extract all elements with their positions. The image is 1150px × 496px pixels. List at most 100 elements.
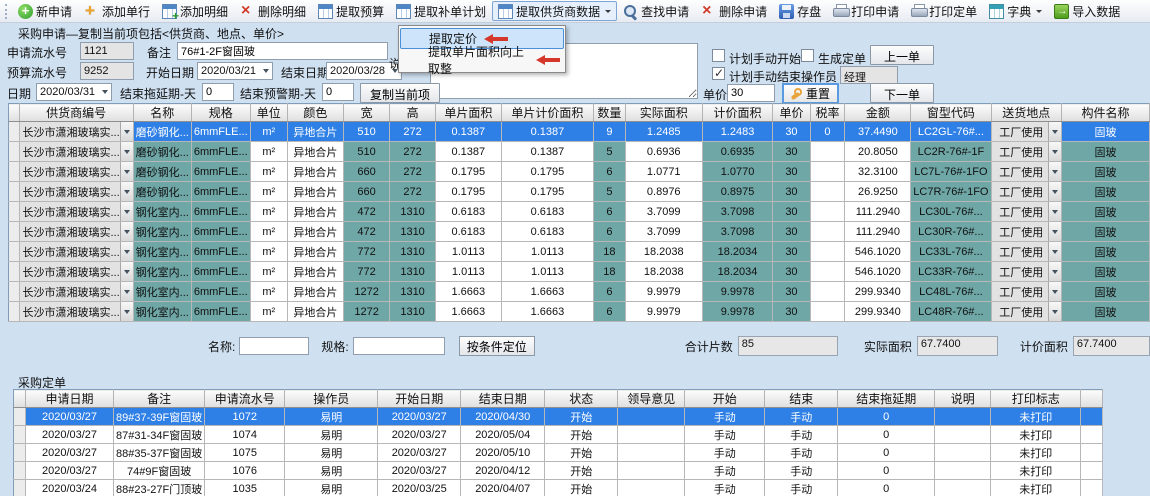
unit-price-input[interactable] [727,84,775,102]
grid-cell[interactable]: 6 [594,202,626,222]
table-row[interactable]: 2020/03/2774#9F窗固玻1076易明2020/03/272020/0… [14,462,1103,480]
grid-cell[interactable]: 9.9979 [625,302,702,322]
grid-cell[interactable]: 111.2940 [845,222,911,242]
orders-cell[interactable]: 未打印 [991,462,1081,480]
chevron-down-icon[interactable] [120,182,133,201]
orders-cell[interactable]: 89#37-39F窗固玻 [114,408,205,426]
grid-cell[interactable]: 30 [773,122,810,142]
orders-cell[interactable]: 0 [838,462,935,480]
orders-cell[interactable] [935,462,991,480]
grid-cell[interactable]: 772 [343,262,389,282]
grid-cell[interactable]: 钢化室内... [133,302,191,322]
chevron-down-icon[interactable] [120,242,133,261]
grid-cell[interactable]: 1272 [343,302,389,322]
orders-cell[interactable] [935,444,991,462]
delay-input[interactable] [202,83,234,101]
orders-cell[interactable] [618,426,685,444]
grid-cell[interactable]: 磨砂钢化... [133,182,191,202]
orders-cell[interactable]: 手动 [685,444,765,462]
grid-cell[interactable]: LC7L-76#-1FO [911,162,991,182]
grid-cell[interactable]: 5 [594,142,626,162]
toolbar-button-extract-supplement-plan[interactable]: 提取补单计划 [390,1,492,21]
grid-cell-combo[interactable]: 工厂使用 [991,202,1061,222]
grid-cell[interactable]: LC2R-76#-1F [911,142,991,162]
start-date-combo[interactable]: 2020/03/21 [197,62,273,80]
grid-cell[interactable]: 1.0113 [435,242,501,262]
grid-cell[interactable]: 异地合片 [287,142,343,162]
grid-cell[interactable]: 固玻 [1061,242,1149,262]
grid-cell[interactable]: 510 [343,142,389,162]
grid-cell[interactable]: 固玻 [1061,202,1149,222]
grid-cell[interactable]: 6mmFLE... [191,182,250,202]
orders-cell[interactable]: 易明 [285,426,378,444]
grid-cell[interactable]: 1.6663 [501,302,593,322]
orders-cell[interactable]: 88#35-37F窗固玻 [114,444,205,462]
grid-cell[interactable] [810,242,845,262]
grid-cell[interactable]: 30 [773,162,810,182]
next-order-button[interactable]: 下一单 [870,83,934,103]
grid-cell[interactable]: 磨砂钢化... [133,142,191,162]
orders-cell[interactable]: 2020/03/25 [378,480,461,496]
grid-cell[interactable]: 异地合片 [287,302,343,322]
grid-cell[interactable]: 异地合片 [287,202,343,222]
grid-cell[interactable]: 3.7099 [625,222,702,242]
chevron-down-icon[interactable] [1048,202,1061,221]
orders-cell[interactable] [935,426,991,444]
toolbar-button-extract-supplier-data[interactable]: 提取供货商数据 [492,1,617,21]
grid-cell[interactable]: 固玻 [1061,302,1149,322]
grid-cell-combo[interactable]: 工厂使用 [991,262,1061,282]
grid-cell[interactable] [810,182,845,202]
reset-button[interactable]: 重置 [782,83,839,104]
prev-order-button[interactable]: 上一单 [870,45,934,65]
grid-cell[interactable]: 6mmFLE... [191,262,250,282]
chevron-down-icon[interactable] [120,282,133,301]
grid-cell[interactable]: 37.4490 [845,122,911,142]
toolbar-button-save[interactable]: 存盘 [773,1,827,21]
grid-cell[interactable] [810,262,845,282]
table-row[interactable]: 长沙市潇湘玻璃实...钢化室内...6mmFLE...m²异地合片4721310… [9,202,1150,222]
grid-cell[interactable]: 0.6183 [435,202,501,222]
grid-cell[interactable]: 0.8975 [702,182,773,202]
grid-cell[interactable]: 18.2034 [702,262,773,282]
toolbar-button-delete-detail[interactable]: 删除明细 [234,1,312,21]
grid-cell[interactable]: 1310 [390,222,436,242]
orders-cell[interactable]: 1075 [205,444,285,462]
grid-cell-combo[interactable]: 工厂使用 [991,302,1061,322]
grid-cell-combo[interactable]: 工厂使用 [991,222,1061,242]
grid-cell[interactable] [810,162,845,182]
grid-cell[interactable]: 111.2940 [845,202,911,222]
orders-cell[interactable]: 易明 [285,480,378,496]
grid-cell[interactable] [810,142,845,162]
grid-cell[interactable]: 6mmFLE... [191,242,250,262]
grid-cell[interactable]: 472 [343,222,389,242]
grid-cell[interactable]: 磨砂钢化... [133,122,191,142]
table-row[interactable]: 长沙市潇湘玻璃实...钢化室内...6mmFLE...m²异地合片1272131… [9,302,1150,322]
grid-cell[interactable]: 30 [773,262,810,282]
chevron-down-icon[interactable] [120,162,133,181]
grid-cell[interactable]: 1310 [390,202,436,222]
orders-cell[interactable]: 2020/03/24 [26,480,114,496]
grid-cell[interactable]: 30 [773,242,810,262]
grid-cell[interactable]: 0.6183 [501,222,593,242]
grid-cell[interactable]: 1310 [390,282,436,302]
grid-cell[interactable]: LC30R-76#... [911,222,991,242]
manual-end-checkbox[interactable] [712,67,725,80]
table-row[interactable]: 长沙市潇湘玻璃实...磨砂钢化...6mmFLE...m²异地合片5102720… [9,122,1150,142]
toolbar-button-import-data[interactable]: 导入数据 [1048,1,1126,21]
grid-cell[interactable]: 0.1795 [501,162,593,182]
toolbar-button-add-detail[interactable]: 添加明细 [156,1,234,21]
grid-cell[interactable]: 660 [343,162,389,182]
grid-cell[interactable]: 0.6935 [702,142,773,162]
filter-spec-input[interactable] [353,337,445,355]
grid-cell[interactable]: 0.1795 [501,182,593,202]
grid-cell[interactable]: LC33R-76#... [911,262,991,282]
grid-cell[interactable]: 6mmFLE... [191,282,250,302]
orders-cell[interactable]: 手动 [685,462,765,480]
grid-cell[interactable]: 固玻 [1061,262,1149,282]
chevron-down-icon[interactable] [1048,262,1061,281]
orders-cell[interactable] [935,480,991,496]
orders-cell[interactable]: 手动 [685,408,765,426]
chevron-down-icon[interactable] [1048,282,1061,301]
grid-cell[interactable]: LC7R-76#-1FO [911,182,991,202]
orders-cell[interactable]: 0 [838,480,935,496]
